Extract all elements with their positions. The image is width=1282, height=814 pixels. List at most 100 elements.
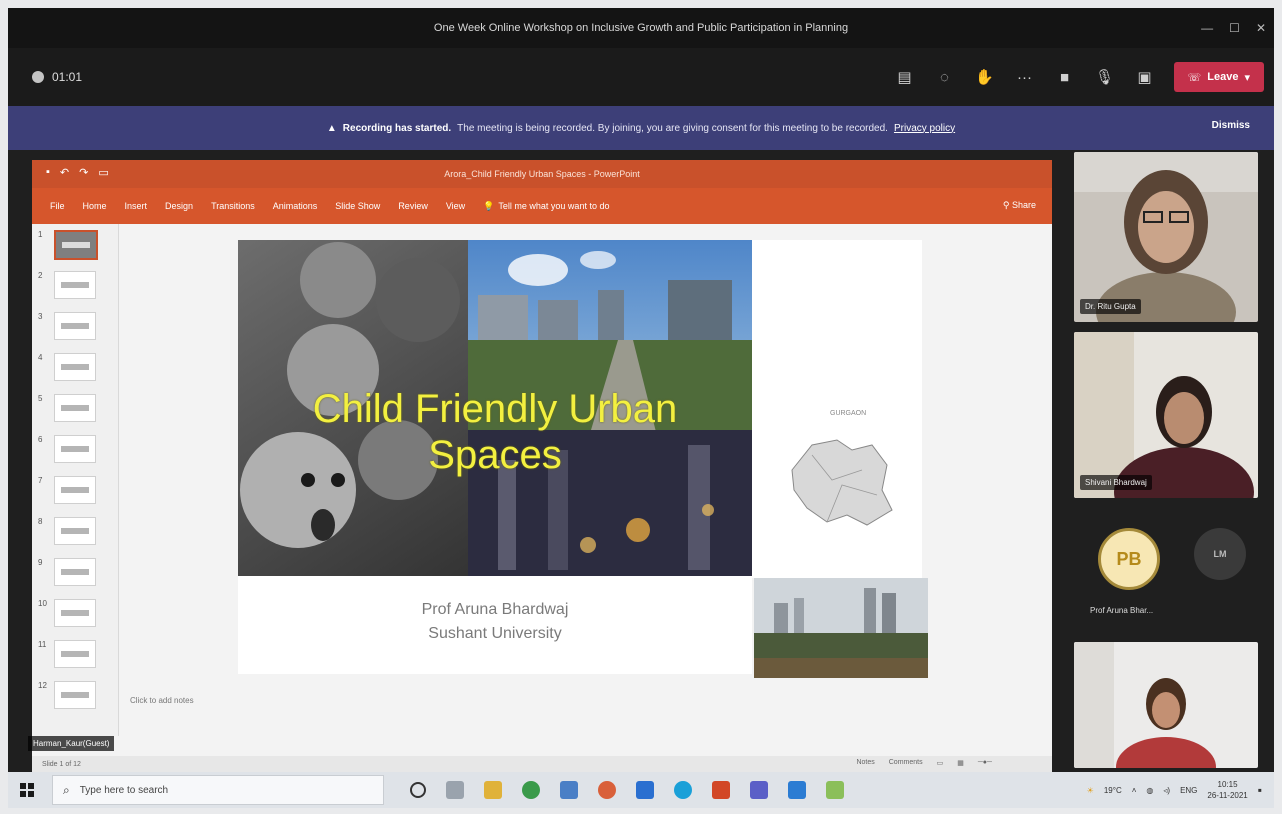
notification-icon[interactable]: ▪ — [1258, 783, 1262, 797]
slide-thumbnail[interactable]: 8 — [32, 511, 118, 552]
chevron-up-icon[interactable]: ˄ — [1132, 786, 1137, 795]
share-button[interactable]: ⚲ Share — [1003, 200, 1036, 211]
slide-thumbnail-image[interactable] — [54, 599, 96, 627]
slide-thumbnail[interactable]: 3 — [32, 306, 118, 347]
slide-thumbnail-image[interactable] — [54, 435, 96, 463]
microphone-icon[interactable]: 🎙 — [1094, 66, 1116, 88]
slide-thumbnail-image[interactable] — [54, 640, 96, 668]
participant-tile[interactable]: Dr. Ritu Gupta — [1074, 152, 1258, 322]
photos-icon[interactable] — [560, 781, 578, 799]
participants-icon[interactable]: ▤ — [894, 66, 916, 88]
taskbar-search[interactable]: ⌕ Type here to search — [52, 775, 384, 805]
camera-icon[interactable]: ■ — [1054, 66, 1076, 88]
volume-icon[interactable]: ◃) — [1163, 786, 1170, 795]
privacy-policy-link[interactable]: Privacy policy — [894, 123, 955, 134]
notes-toggle[interactable]: Notes — [856, 759, 874, 767]
minimize-icon[interactable]: — — [1201, 21, 1213, 35]
store-icon[interactable] — [636, 781, 654, 799]
powerpoint-icon[interactable] — [712, 781, 730, 799]
participant-tile[interactable] — [1074, 642, 1258, 768]
clock[interactable]: 10:15 26-11-2021 — [1207, 779, 1247, 801]
slide-thumbnail[interactable]: 4 — [32, 347, 118, 388]
browser-icon[interactable] — [598, 781, 616, 799]
slide-thumbnail-image[interactable] — [54, 476, 96, 504]
participant-avatar[interactable]: LM — [1194, 528, 1246, 580]
weather-temp[interactable]: 19°C — [1104, 786, 1122, 795]
close-icon[interactable]: ✕ — [1256, 21, 1266, 35]
tab-slide-show[interactable]: Slide Show — [335, 201, 380, 211]
slide-thumbnail[interactable]: 7 — [32, 470, 118, 511]
search-icon: ⌕ — [63, 782, 70, 797]
network-icon[interactable]: ◍ — [1146, 786, 1153, 795]
comments-toggle[interactable]: Comments — [889, 759, 923, 767]
slide-number: 2 — [38, 271, 43, 280]
window-title: One Week Online Workshop on Inclusive Gr… — [433, 22, 849, 34]
slide-thumbnail[interactable]: 5 — [32, 388, 118, 429]
reactions-icon[interactable]: ✋ — [974, 66, 996, 88]
participant-avatar[interactable]: PB — [1098, 528, 1160, 590]
tab-transitions[interactable]: Transitions — [211, 201, 255, 211]
slide-thumbnail-image[interactable] — [54, 271, 96, 299]
slide-thumbnail[interactable]: 11 — [32, 634, 118, 675]
paint-icon[interactable] — [826, 781, 844, 799]
timer-value: 01:01 — [52, 70, 83, 84]
chrome-icon[interactable] — [522, 781, 540, 799]
slide-thumbnail-image[interactable] — [54, 681, 96, 709]
slide-thumbnail[interactable]: 6 — [32, 429, 118, 470]
cortana-icon[interactable] — [410, 782, 426, 798]
slide-title: Child Friendly Urban Spaces — [238, 386, 752, 478]
slide-sorter-icon[interactable]: ▦ — [957, 759, 964, 767]
slide-thumbnail[interactable]: 1 — [32, 224, 118, 265]
slide-thumbnail[interactable]: 9 — [32, 552, 118, 593]
present-icon[interactable]: ▭ — [98, 166, 108, 179]
windows-start-icon[interactable] — [20, 783, 34, 797]
tab-design[interactable]: Design — [165, 201, 193, 211]
powerpoint-title: Arora_Child Friendly Urban Spaces - Powe… — [444, 169, 640, 179]
leave-button[interactable]: ☏ Leave ▾ — [1173, 62, 1264, 92]
chat-icon[interactable]: ◌ — [934, 66, 956, 88]
tab-animations[interactable]: Animations — [273, 201, 318, 211]
meeting-toolbar: 01:01 ▤ ◌ ✋ ··· ■ 🎙 ▣ ☏ Leave ▾ — [8, 48, 1274, 106]
file-explorer-icon[interactable] — [484, 781, 502, 799]
normal-view-icon[interactable]: ▭ — [937, 759, 944, 767]
meeting-timer: 01:01 — [32, 70, 82, 84]
chevron-down-icon[interactable]: ▾ — [1244, 71, 1250, 84]
save-icon[interactable]: ▪ — [46, 166, 50, 179]
edge-icon[interactable] — [674, 781, 692, 799]
maximize-icon[interactable]: ☐ — [1229, 21, 1240, 35]
slide-title-line2: Spaces — [428, 433, 562, 477]
slide-thumbnail[interactable]: 10 — [32, 593, 118, 634]
tell-me-input[interactable]: Tell me what you want to do — [498, 201, 609, 211]
slide-thumbnail-image[interactable] — [54, 312, 96, 340]
tab-insert[interactable]: Insert — [125, 201, 148, 211]
dismiss-button[interactable]: Dismiss — [1212, 120, 1250, 131]
teams-icon[interactable] — [750, 781, 768, 799]
tab-file[interactable]: File — [50, 201, 65, 211]
language-indicator[interactable]: ENG — [1180, 786, 1197, 795]
map-panel: GURGAON — [752, 240, 922, 578]
slide-thumbnail-image[interactable] — [54, 394, 96, 422]
slide-thumbnail-image[interactable] — [54, 230, 98, 260]
more-actions-icon[interactable]: ··· — [1014, 66, 1036, 88]
slide-thumbnail-image[interactable] — [54, 353, 96, 381]
undo-icon[interactable]: ↶ — [60, 166, 69, 179]
share-label: Share — [1011, 200, 1036, 210]
notes-placeholder[interactable]: Click to add notes — [130, 696, 194, 705]
slide-thumbnail[interactable]: 2 — [32, 265, 118, 306]
tab-review[interactable]: Review — [398, 201, 428, 211]
current-slide[interactable]: Child Friendly Urban Spaces Prof Aruna B… — [238, 240, 752, 674]
share-screen-icon[interactable]: ▣ — [1134, 66, 1156, 88]
slide-number: 3 — [38, 312, 43, 321]
redo-icon[interactable]: ↷ — [79, 166, 88, 179]
slide-thumbnail-image[interactable] — [54, 517, 96, 545]
participant-tile[interactable]: Shivani Bhardwaj — [1074, 332, 1258, 498]
tab-view[interactable]: View — [446, 201, 465, 211]
task-view-icon[interactable] — [446, 781, 464, 799]
person-icon: ⚲ — [1002, 200, 1010, 210]
slide-thumbnail[interactable]: 12 — [32, 675, 118, 716]
word-icon[interactable] — [788, 781, 806, 799]
slide-thumbnail-image[interactable] — [54, 558, 96, 586]
slide-number: 8 — [38, 517, 43, 526]
zoom-slider[interactable]: ─●─ — [978, 759, 992, 767]
tab-home[interactable]: Home — [83, 201, 107, 211]
